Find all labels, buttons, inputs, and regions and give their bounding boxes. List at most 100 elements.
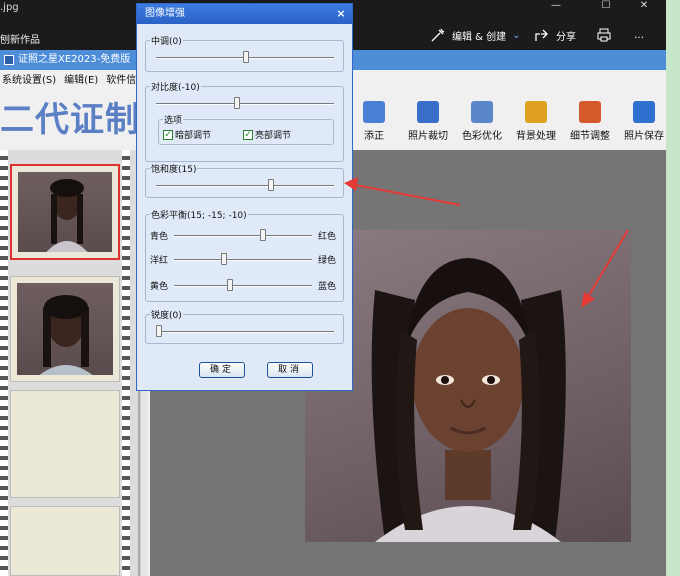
app-logo-icon xyxy=(4,55,14,65)
minimize-button[interactable]: — xyxy=(544,0,568,14)
app-title: 证照之星XE2023-免费版 xyxy=(18,54,131,65)
create-new-link[interactable]: 刨新作品 xyxy=(0,31,40,46)
main-toolbar: 添正 照片裁切 色彩优化 背景处理 细节调整 照片保存照片 xyxy=(350,92,680,142)
slider-track xyxy=(156,185,334,187)
blue-label: 蓝色 xyxy=(318,282,337,292)
thumbnail-photo xyxy=(18,172,112,252)
cyan-label: 青色 xyxy=(150,232,169,242)
sharpness-slider[interactable] xyxy=(156,325,334,337)
toolbar-icon xyxy=(633,101,655,123)
menu-system[interactable]: 系统设置(S) xyxy=(2,71,56,86)
toolbar-button-1[interactable]: 照片裁切 xyxy=(404,101,452,142)
toolbar-button-4[interactable]: 细节调整 xyxy=(566,101,614,142)
chevron-down-icon: ⌄ xyxy=(512,29,521,41)
thumbnail-2[interactable] xyxy=(10,276,120,382)
portrait-thumbnail xyxy=(39,295,93,375)
maximize-button[interactable]: ☐ xyxy=(594,0,618,14)
checkmark-icon: ✓ xyxy=(243,129,253,140)
slider-track xyxy=(174,285,312,287)
options-label: 选项 xyxy=(163,113,184,126)
film-holes-right xyxy=(122,150,130,576)
thumbnail-photo xyxy=(17,283,113,375)
close-window-button[interactable]: ✕ xyxy=(632,0,656,14)
edit-create-label: 编辑 & 创建 xyxy=(452,31,507,43)
green-label: 绿色 xyxy=(318,256,337,266)
toolbar-button-2[interactable]: 色彩优化 xyxy=(458,101,506,142)
portrait-thumbnail xyxy=(46,179,88,252)
toolbar-icon xyxy=(525,101,547,123)
printer-icon xyxy=(597,28,611,42)
menu-edit[interactable]: 编辑(E) xyxy=(64,71,98,86)
share-icon xyxy=(535,29,548,41)
saturation-group: 饱和度(15) xyxy=(145,162,344,198)
slider-thumb[interactable] xyxy=(221,253,227,265)
toolbar-label: 照片保存 xyxy=(624,131,664,142)
print-button[interactable] xyxy=(596,24,612,46)
thumbnail-3-empty[interactable] xyxy=(10,390,120,498)
toolbar-label: 色彩优化 xyxy=(462,131,502,142)
dialog-close-button[interactable]: × xyxy=(334,7,348,21)
annotation-arrow-icon xyxy=(581,229,629,308)
toolbar-icon xyxy=(417,101,439,123)
side-strip xyxy=(666,0,680,576)
sharpness-group: 锐度(0) xyxy=(145,308,344,344)
slider-track xyxy=(156,331,334,333)
yellow-blue-slider[interactable] xyxy=(174,279,312,291)
toolbar-button-5[interactable]: 照片保存 xyxy=(620,101,668,142)
film-holes-left xyxy=(0,150,8,576)
magenta-green-slider[interactable] xyxy=(174,253,312,265)
contrast-slider[interactable] xyxy=(156,97,334,109)
film-strip xyxy=(0,150,140,576)
midtone-label: 中调(0) xyxy=(150,34,183,47)
slider-thumb[interactable] xyxy=(227,279,233,291)
shadow-adjust-checkbox[interactable]: ✓ 暗部调节 xyxy=(163,128,211,141)
contrast-group: 对比度(-10) 选项 ✓ 暗部调节 ✓ 亮部调节 xyxy=(145,80,344,162)
toolbar-button-6[interactable]: 照片 xyxy=(674,101,680,142)
toolbar-icon xyxy=(471,101,493,123)
saturation-label: 饱和度(15) xyxy=(150,162,198,175)
toolbar-icon xyxy=(579,101,601,123)
slider-thumb[interactable] xyxy=(260,229,266,241)
share-label: 分享 xyxy=(556,31,576,43)
saturation-slider[interactable] xyxy=(156,179,334,191)
checkmark-icon: ✓ xyxy=(163,129,173,140)
annotation-arrow-icon xyxy=(344,177,461,206)
color-balance-group: 色彩平衡(15; -15; -10) 青色 红色 洋红 绿色 黄色 蓝色 xyxy=(145,208,344,302)
slider-track xyxy=(174,259,312,261)
slider-thumb[interactable] xyxy=(268,179,274,191)
edit-create-button[interactable]: 编辑 & 创建 ⌄ xyxy=(430,24,521,46)
color-balance-label: 色彩平衡(15; -15; -10) xyxy=(150,208,248,221)
midtone-slider[interactable] xyxy=(156,51,334,63)
cancel-button[interactable]: 取消 xyxy=(267,362,313,378)
dialog-title: 图像增强 xyxy=(145,8,185,19)
dialog-titlebar: 图像增强 × xyxy=(137,4,352,24)
toolbar-button-3[interactable]: 背景处理 xyxy=(512,101,560,142)
slider-thumb[interactable] xyxy=(156,325,162,337)
toolbar-label: 背景处理 xyxy=(516,131,556,142)
toolbar-label: 照片裁切 xyxy=(408,131,448,142)
red-label: 红色 xyxy=(318,232,337,242)
thumbnail-1[interactable] xyxy=(10,164,120,260)
toolbar-label: 细节调整 xyxy=(570,131,610,142)
magic-wand-icon xyxy=(431,28,445,42)
highlight-adjust-checkbox[interactable]: ✓ 亮部调节 xyxy=(243,128,291,141)
toolbar-button-0[interactable]: 添正 xyxy=(350,101,398,142)
image-enhance-dialog: 图像增强 × 中调(0) 对比度(-10) 选项 ✓ 暗部调节 ✓ 亮部调节 饱… xyxy=(136,3,353,391)
more-button[interactable]: … xyxy=(634,24,644,46)
share-button[interactable]: 分享 xyxy=(534,24,576,46)
shadow-adjust-label: 暗部调节 xyxy=(175,131,212,141)
midtone-group: 中调(0) xyxy=(145,34,344,72)
toolbar-icon xyxy=(363,101,385,123)
sharpness-label: 锐度(0) xyxy=(150,308,183,321)
thumbnail-4-empty[interactable] xyxy=(10,506,120,576)
slider-thumb[interactable] xyxy=(234,97,240,109)
ok-button[interactable]: 确定 xyxy=(199,362,245,378)
magenta-label: 洋红 xyxy=(150,256,169,266)
toolbar-label: 添正 xyxy=(364,131,384,142)
yellow-label: 黄色 xyxy=(150,282,169,292)
slider-thumb[interactable] xyxy=(243,51,249,63)
slider-track xyxy=(174,235,312,237)
viewer-filename: .jpg xyxy=(0,2,19,13)
cyan-red-slider[interactable] xyxy=(174,229,312,241)
highlight-adjust-label: 亮部调节 xyxy=(255,131,292,141)
